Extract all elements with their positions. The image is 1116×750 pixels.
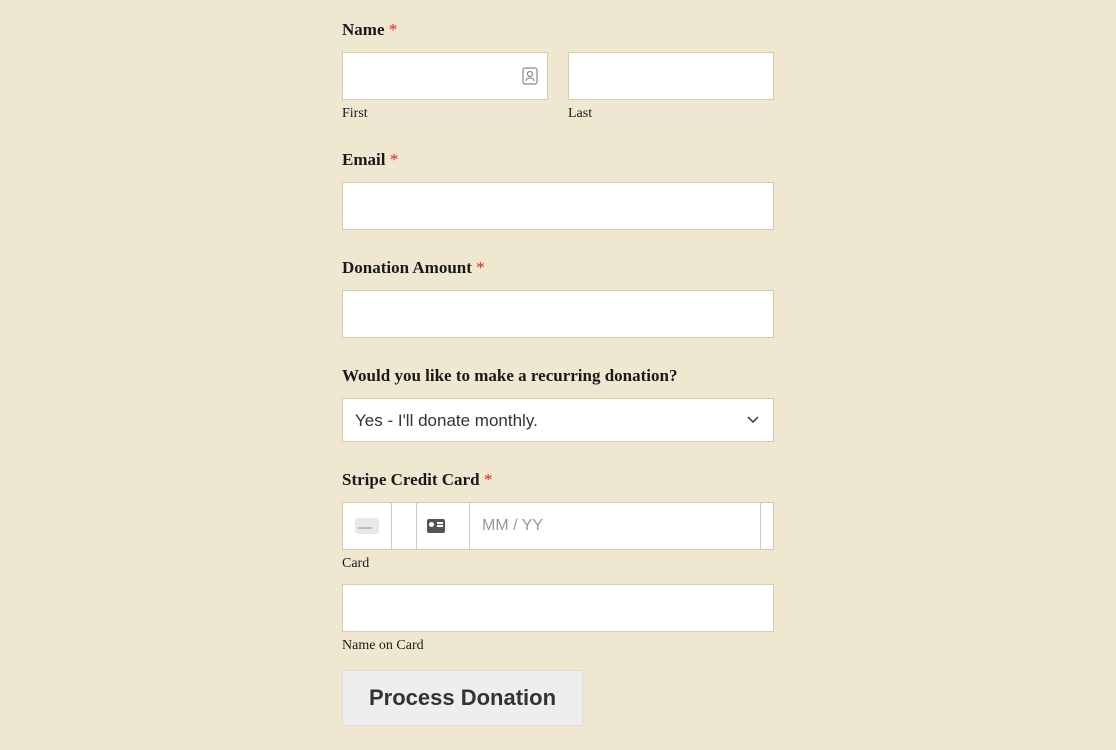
card-expiry-input[interactable] (469, 502, 761, 550)
required-marker: * (389, 20, 398, 39)
required-marker: * (484, 470, 493, 489)
email-input[interactable] (342, 182, 774, 230)
name-label: Name * (342, 20, 774, 40)
first-name-sublabel: First (342, 106, 548, 122)
process-donation-button[interactable]: Process Donation (342, 670, 583, 726)
recurring-select[interactable]: Yes - I'll donate monthly. (342, 398, 774, 442)
last-name-sublabel: Last (568, 106, 774, 122)
credit-card-icon (355, 518, 379, 534)
stripe-card-row[interactable] (342, 502, 774, 550)
donation-amount-input[interactable] (342, 290, 774, 338)
last-name-input[interactable] (568, 52, 774, 100)
required-marker: * (390, 150, 399, 169)
name-on-card-input[interactable] (342, 584, 774, 632)
recurring-label: Would you like to make a recurring donat… (342, 366, 774, 386)
card-number-input[interactable] (391, 502, 417, 550)
donation-amount-label: Donation Amount * (342, 258, 774, 278)
card-sublabel: Card (342, 556, 774, 572)
email-label: Email * (342, 150, 774, 170)
id-card-icon (427, 519, 445, 533)
required-marker: * (476, 258, 485, 277)
name-on-card-sublabel: Name on Card (342, 638, 774, 654)
first-name-input[interactable] (342, 52, 548, 100)
stripe-label: Stripe Credit Card * (342, 470, 774, 490)
